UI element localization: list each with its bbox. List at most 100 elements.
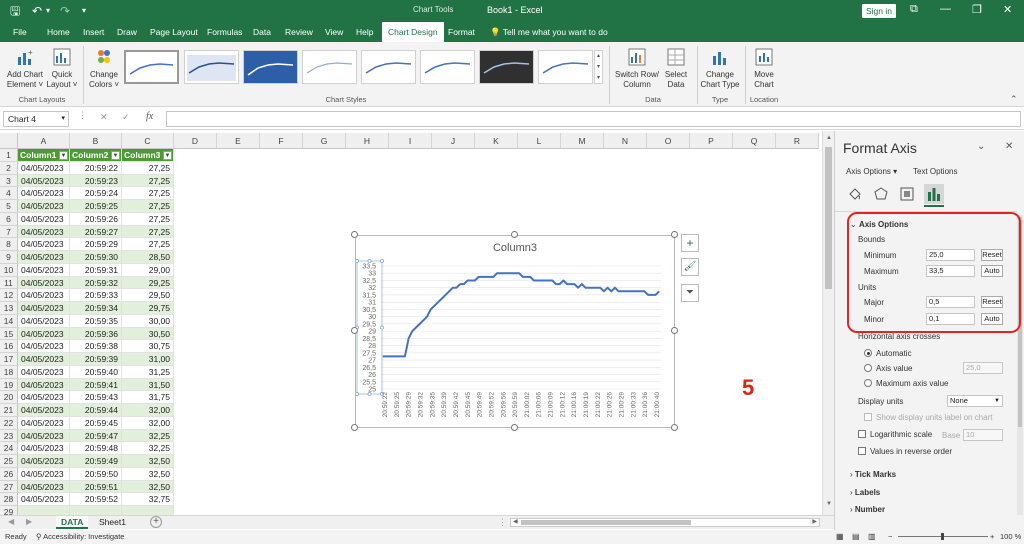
table-cell[interactable]: 04/05/2023 <box>18 251 70 264</box>
table-cell[interactable] <box>18 506 70 515</box>
table-cell[interactable]: 04/05/2023 <box>18 314 70 328</box>
zoom-out-icon[interactable]: − <box>888 530 892 544</box>
resize-handle-top-right[interactable] <box>671 231 678 238</box>
tab-page-layout[interactable]: Page Layout <box>150 22 198 42</box>
table-cell[interactable]: 20:59:33 <box>70 289 122 302</box>
row-header[interactable]: 19 <box>0 378 18 392</box>
row-header[interactable]: 14 <box>0 314 18 328</box>
column-header[interactable]: O <box>647 133 690 149</box>
row-header[interactable]: 15 <box>0 327 18 341</box>
table-cell[interactable]: 32,50 <box>122 455 174 468</box>
column-header[interactable]: F <box>260 133 303 149</box>
table-cell[interactable]: 31,00 <box>122 353 174 366</box>
vertical-scrollbar[interactable]: ▲ ▼ <box>822 131 834 515</box>
tab-home[interactable]: Home <box>47 22 70 42</box>
column-header[interactable]: H <box>346 133 389 149</box>
table-cell[interactable]: 20:59:34 <box>70 302 122 315</box>
row-header[interactable]: 21 <box>0 404 18 417</box>
table-cell[interactable]: 31,50 <box>122 378 174 392</box>
column-header[interactable]: P <box>690 133 733 149</box>
row-header[interactable]: 11 <box>0 276 18 290</box>
table-cell[interactable]: 04/05/2023 <box>18 480 70 494</box>
table-cell[interactable]: 32,50 <box>122 467 174 481</box>
row-header[interactable]: 18 <box>0 365 18 379</box>
chart-area[interactable]: Column3 33,5 33 32,5 32 31,5 31 30,5 30 29,5 29 28… <box>355 235 675 428</box>
pane-close-icon[interactable]: ✕ <box>1005 141 1013 152</box>
table-cell[interactable]: 04/05/2023 <box>18 263 70 277</box>
tick-marks-section[interactable]: › Tick Marks <box>850 470 896 479</box>
row-header[interactable]: 13 <box>0 302 18 315</box>
table-header-cell[interactable]: Column1 ▼ <box>18 149 70 162</box>
table-header-cell[interactable]: Column3 ▼ <box>122 149 174 162</box>
resize-handle-bottom-right[interactable] <box>671 424 678 431</box>
scroll-up-icon[interactable]: ▲ <box>826 135 832 141</box>
column-header[interactable]: K <box>475 133 518 149</box>
vertical-scroll-thumb[interactable] <box>825 147 832 289</box>
chart-filters-button[interactable]: ⏷ <box>681 284 699 302</box>
column-header[interactable]: L <box>518 133 561 149</box>
crosses-maximum-radio[interactable] <box>864 379 872 387</box>
tab-insert[interactable]: Insert <box>83 22 104 42</box>
table-cell[interactable]: 20:59:43 <box>70 391 122 404</box>
row-header[interactable]: 24 <box>0 442 18 455</box>
table-cell[interactable]: 04/05/2023 <box>18 365 70 379</box>
chart-style-2[interactable] <box>184 50 239 84</box>
tab-formulas[interactable]: Formulas <box>207 22 242 42</box>
row-header[interactable]: 12 <box>0 289 18 302</box>
tab-data[interactable]: Data <box>253 22 271 42</box>
table-cell[interactable]: 20:59:39 <box>70 353 122 366</box>
reverse-order-checkbox[interactable] <box>858 447 866 455</box>
base-input[interactable]: 10 <box>963 429 1003 441</box>
table-cell[interactable]: 20:59:29 <box>70 238 122 251</box>
table-cell[interactable]: 29,00 <box>122 263 174 277</box>
table-cell[interactable]: 20:59:41 <box>70 378 122 392</box>
prev-sheet-icon[interactable]: ◀ <box>8 517 14 526</box>
collapse-ribbon-icon[interactable]: ⌃ <box>1010 94 1018 105</box>
select-all-corner[interactable] <box>0 133 18 149</box>
labels-section[interactable]: › Labels <box>850 488 880 497</box>
table-cell[interactable]: 30,75 <box>122 340 174 353</box>
table-cell[interactable]: 20:59:48 <box>70 442 122 455</box>
table-cell[interactable]: 20:59:31 <box>70 263 122 277</box>
line-chart[interactable]: 33,53332,53231,53130,53029,52928,52827,5… <box>356 236 674 427</box>
table-cell[interactable]: 27,25 <box>122 200 174 213</box>
row-header[interactable]: 26 <box>0 467 18 481</box>
table-cell[interactable]: 04/05/2023 <box>18 174 70 188</box>
chart-style-1[interactable] <box>124 50 179 84</box>
row-header[interactable]: 27 <box>0 480 18 494</box>
table-cell[interactable]: 20:59:24 <box>70 187 122 200</box>
switch-row-column-button[interactable]: Switch Row/ Column <box>613 47 661 90</box>
column-header[interactable]: B <box>70 133 122 149</box>
normal-view-icon[interactable]: ▦ <box>836 530 844 544</box>
table-cell[interactable]: 04/05/2023 <box>18 340 70 353</box>
add-chart-element-button[interactable]: + Add Chart Element ˅ <box>4 47 46 90</box>
column-header[interactable]: E <box>217 133 260 149</box>
table-cell[interactable]: 27,25 <box>122 212 174 226</box>
table-cell[interactable] <box>122 506 174 515</box>
display-units-select[interactable]: None ▼ <box>947 395 1003 407</box>
column-header[interactable]: M <box>561 133 604 149</box>
tab-help[interactable]: Help <box>356 22 373 42</box>
table-cell[interactable]: 27,25 <box>122 238 174 251</box>
tab-draw[interactable]: Draw <box>117 22 137 42</box>
table-cell[interactable]: 31,75 <box>122 391 174 404</box>
row-header[interactable]: 10 <box>0 263 18 277</box>
table-cell[interactable]: 04/05/2023 <box>18 493 70 506</box>
row-header[interactable]: 2 <box>0 161 18 175</box>
table-cell[interactable]: 04/05/2023 <box>18 467 70 481</box>
column-header[interactable]: C <box>122 133 174 149</box>
column-header[interactable]: R <box>776 133 819 149</box>
next-sheet-icon[interactable]: ▶ <box>26 517 32 526</box>
column-header[interactable]: D <box>174 133 217 149</box>
filter-dropdown-icon[interactable]: ▼ <box>163 151 172 160</box>
close-icon[interactable]: ✕ <box>1003 3 1012 16</box>
effects-icon[interactable] <box>873 186 889 202</box>
customize-quick-access-icon[interactable]: ▾ <box>82 3 86 19</box>
row-header[interactable]: 17 <box>0 353 18 366</box>
zoom-level[interactable]: 100 % <box>1000 530 1021 544</box>
tab-format[interactable]: Format <box>448 22 475 42</box>
size-properties-icon[interactable] <box>899 186 915 202</box>
resize-handle-bottom[interactable] <box>511 424 518 431</box>
resize-handle-left[interactable] <box>351 327 358 334</box>
save-icon[interactable]: 🖫 <box>10 3 20 19</box>
